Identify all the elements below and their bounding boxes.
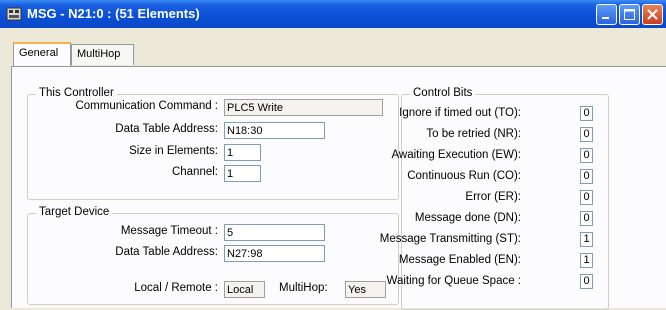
multihop-label: MultiHop: — [279, 282, 328, 294]
message-enabled-label: Message Enabled (EN): — [398, 254, 521, 266]
continuous-run-label: Continuous Run (CO): — [407, 170, 521, 182]
awaiting-execution-label: Awaiting Execution (EW): — [391, 149, 521, 161]
close-icon — [647, 9, 658, 20]
title-bar[interactable]: MSG - N21:0 : (51 Elements) — [0, 0, 666, 28]
tab-general[interactable]: General — [13, 42, 71, 66]
maximize-icon — [624, 9, 635, 20]
msg-dialog-window: MSG - N21:0 : (51 Elements) General Mult… — [0, 0, 666, 310]
waiting-for-queue-space-bit[interactable]: 0 — [580, 274, 593, 289]
message-timeout-input[interactable]: 5 — [224, 224, 325, 241]
to-be-retried-bit[interactable]: 0 — [580, 127, 593, 142]
awaiting-execution-bit[interactable]: 0 — [580, 148, 593, 163]
message-done-label: Message done (DN): — [414, 212, 521, 224]
message-transmitting-bit[interactable]: 1 — [580, 232, 593, 247]
tab-multihop[interactable]: MultiHop — [71, 44, 134, 65]
control-bits-group: Control Bits Ignore if timed out (TO): 0… — [380, 87, 609, 310]
size-in-elements-label: Size in Elements: — [129, 145, 218, 157]
communication-command-label: Communication Command : — [75, 100, 218, 112]
minimize-icon — [602, 17, 609, 19]
ignore-if-timed-out-bit[interactable]: 0 — [580, 106, 593, 121]
this-controller-group: This Controller Communication Command : … — [27, 87, 399, 200]
message-app-icon — [6, 6, 22, 22]
target-data-table-address-label: Data Table Address: — [115, 246, 218, 258]
multihop-field[interactable]: Yes — [345, 281, 386, 298]
waiting-for-queue-space-label: Waiting for Queue Space : — [386, 275, 521, 287]
local-remote-label: Local / Remote : — [134, 282, 218, 294]
target-data-table-address-input[interactable]: N27:98 — [224, 245, 325, 262]
window-title: MSG - N21:0 : (51 Elements) — [27, 6, 200, 21]
message-transmitting-label: Message Transmitting (ST): — [379, 233, 521, 245]
message-timeout-label: Message Timeout : — [120, 225, 218, 237]
local-remote-field[interactable]: Local — [224, 281, 265, 298]
channel-input[interactable]: 1 — [224, 165, 261, 182]
error-label: Error (ER): — [465, 191, 521, 203]
maximize-button[interactable] — [619, 4, 640, 25]
channel-label: Channel: — [171, 166, 218, 178]
message-enabled-bit[interactable]: 1 — [580, 253, 593, 268]
target-device-group: Target Device Message Timeout : 5 Data T… — [27, 206, 399, 305]
communication-command-field[interactable]: PLC5 Write — [224, 99, 383, 116]
data-table-address-label: Data Table Address: — [115, 123, 218, 135]
control-bits-title: Control Bits — [410, 87, 476, 99]
minimize-button[interactable] — [596, 4, 617, 25]
data-table-address-input[interactable]: N18:30 — [224, 122, 325, 139]
general-tab-panel: This Controller Communication Command : … — [11, 66, 666, 310]
close-button[interactable] — [642, 4, 663, 25]
to-be-retried-label: To be retried (NR): — [426, 128, 521, 140]
target-device-title: Target Device — [36, 206, 113, 218]
message-done-bit[interactable]: 0 — [580, 211, 593, 226]
size-in-elements-input[interactable]: 1 — [224, 144, 261, 161]
ignore-if-timed-out-label: Ignore if timed out (TO): — [399, 107, 521, 119]
continuous-run-bit[interactable]: 0 — [580, 169, 593, 184]
error-bit[interactable]: 0 — [580, 190, 593, 205]
this-controller-title: This Controller — [36, 87, 117, 99]
